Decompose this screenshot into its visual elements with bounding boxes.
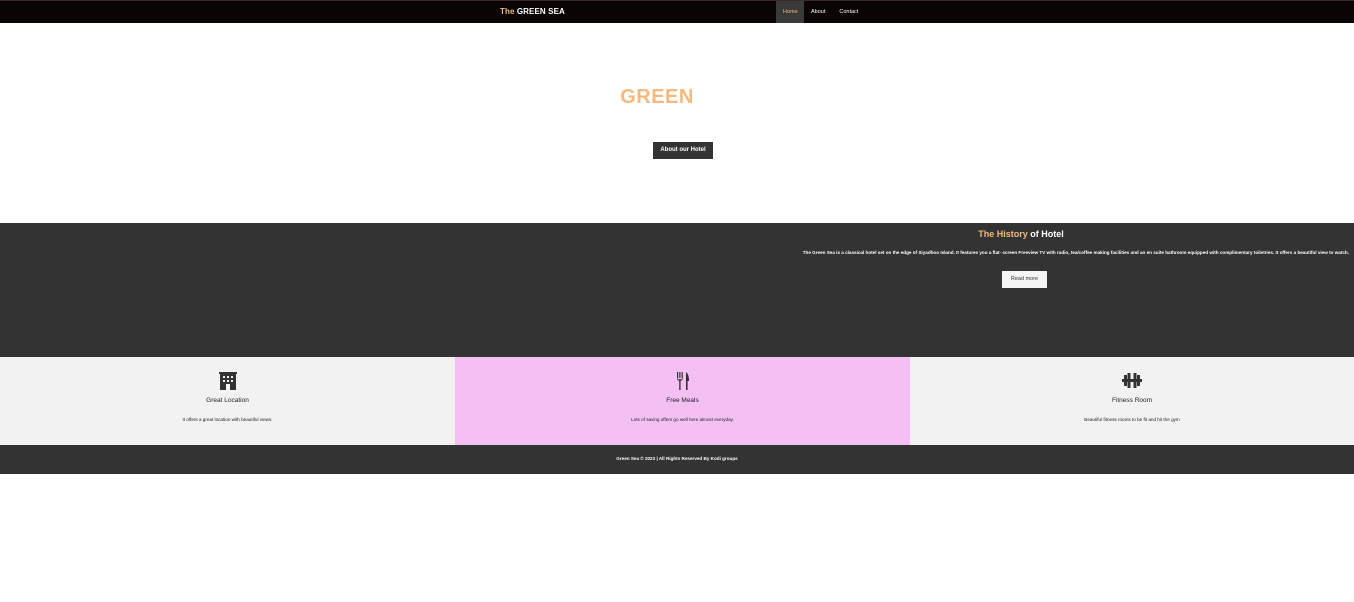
hero-title: GREEN bbox=[620, 86, 694, 108]
feature-desc: It offers a great location with beautifu… bbox=[182, 417, 273, 422]
history-title-rest: of Hotel bbox=[1027, 229, 1064, 239]
nav-link-about[interactable]: About bbox=[804, 1, 832, 23]
brand-prefix: The bbox=[500, 7, 515, 16]
read-more-button[interactable]: Read more bbox=[1002, 271, 1047, 288]
features-section: Great Location It offers a great locatio… bbox=[0, 357, 1354, 445]
brand-name: GREEN SEA bbox=[516, 7, 565, 16]
nav-link-home[interactable]: Home bbox=[776, 1, 804, 23]
footer-copyright: Green Sea © 2023 | All Rights Reserved B… bbox=[616, 456, 738, 461]
history-title-accent: The History bbox=[978, 229, 1028, 239]
feature-title: Great Location bbox=[206, 397, 249, 404]
feature-desc: Lots of saving offers go well here almos… bbox=[631, 417, 734, 422]
history-section: The History of Hotel The Green Sea is a … bbox=[0, 223, 1354, 357]
feature-free-meals: Free Meals Lots of saving offers go well… bbox=[455, 357, 910, 445]
nav-links: Home About Contact bbox=[776, 1, 865, 23]
history-text: The Green Sea is a classical hotel set o… bbox=[802, 250, 1349, 255]
footer: Green Sea © 2023 | All Rights Reserved B… bbox=[0, 445, 1354, 474]
navbar: The GREEN SEA Home About Contact bbox=[0, 0, 1354, 23]
feature-desc: Beautiful fitness rooms to be fit and hi… bbox=[1084, 417, 1180, 422]
history-title: The History of Hotel bbox=[690, 229, 1352, 239]
dumbbell-icon bbox=[1122, 373, 1142, 388]
utensils-icon bbox=[676, 372, 689, 390]
feature-title: Fitness Room bbox=[1111, 397, 1153, 404]
building-icon bbox=[218, 372, 237, 390]
feature-great-location: Great Location It offers a great locatio… bbox=[0, 357, 455, 445]
nav-link-contact[interactable]: Contact bbox=[832, 1, 865, 23]
about-hotel-button[interactable]: About our Hotel bbox=[653, 142, 713, 159]
feature-fitness-room: Fitness Room Beautiful fitness rooms to … bbox=[910, 357, 1354, 445]
feature-title: Free Meals bbox=[666, 397, 699, 404]
brand-logo[interactable]: The GREEN SEA bbox=[500, 7, 565, 16]
